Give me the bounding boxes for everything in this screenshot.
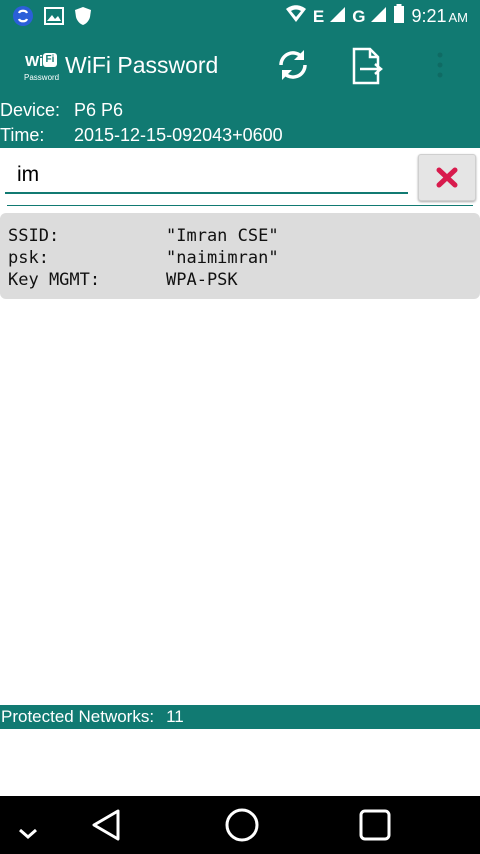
overflow-menu-button[interactable] bbox=[428, 47, 452, 83]
recent-apps-button[interactable] bbox=[354, 806, 394, 846]
home-icon bbox=[225, 808, 259, 842]
wifi-icon bbox=[285, 5, 307, 28]
time-row: Time: 2015-12-15-092043+0600 bbox=[0, 123, 283, 147]
home-button[interactable] bbox=[222, 806, 262, 846]
refresh-icon bbox=[279, 50, 307, 80]
key-mgmt-label: Key MGMT: bbox=[8, 270, 101, 290]
status-bar: E G 9:21 AM bbox=[0, 0, 480, 33]
signal-icon bbox=[330, 5, 346, 28]
protected-networks-label: Protected Networks: bbox=[1, 707, 155, 726]
psk-label: psk: bbox=[8, 248, 49, 268]
signal-icon bbox=[371, 5, 387, 28]
refresh-button[interactable] bbox=[275, 47, 311, 83]
back-icon bbox=[92, 809, 120, 841]
key-mgmt-value: WPA-PSK bbox=[166, 270, 238, 290]
protected-networks-bar: Protected Networks: 11 bbox=[0, 705, 480, 729]
recent-apps-icon bbox=[359, 809, 391, 841]
network-type-label-2: G bbox=[352, 6, 366, 26]
close-x-icon bbox=[436, 167, 458, 188]
device-row: Device: P6 P6 bbox=[0, 98, 123, 122]
ssid-row: SSID: "Imran CSE" bbox=[8, 225, 279, 247]
back-button[interactable] bbox=[88, 806, 128, 846]
device-info-panel: Device: P6 P6 Time: 2015-12-15-092043+0600 bbox=[0, 98, 480, 148]
device-label: Device: bbox=[0, 100, 61, 120]
overflow-menu-icon bbox=[437, 52, 443, 78]
network-type-label: E bbox=[312, 6, 325, 26]
device-value: P6 P6 bbox=[74, 100, 124, 120]
image-icon bbox=[44, 7, 64, 30]
export-file-icon bbox=[352, 47, 383, 85]
status-clock: 9:21 AM bbox=[411, 6, 468, 26]
app-title: WiFi Password bbox=[65, 52, 219, 78]
shield-icon bbox=[74, 6, 92, 31]
time-label: Time: bbox=[0, 125, 45, 145]
hide-keyboard-icon bbox=[19, 828, 37, 839]
time-value: 2015-12-15-092043+0600 bbox=[74, 125, 283, 145]
ssid-label: SSID: bbox=[8, 226, 60, 246]
psk-row: psk: "naimimran" bbox=[8, 247, 279, 269]
clear-search-button[interactable] bbox=[418, 154, 476, 201]
search-divider bbox=[7, 205, 473, 206]
key-mgmt-row: Key MGMT: WPA-PSK bbox=[8, 269, 238, 291]
protected-networks-count: 11 bbox=[166, 707, 184, 726]
network-card[interactable]: SSID: "Imran CSE" psk: "naimimran" Key MGM… bbox=[0, 213, 480, 299]
sync-app-icon bbox=[12, 5, 34, 32]
battery-icon bbox=[393, 4, 405, 29]
psk-value: "naimimran" bbox=[166, 248, 279, 268]
app-bar: Wi Fi Password WiFi Password bbox=[0, 33, 480, 98]
navigation-bar bbox=[0, 796, 480, 854]
search-input[interactable] bbox=[5, 158, 408, 194]
export-button[interactable] bbox=[350, 47, 386, 85]
ssid-value: "Imran CSE" bbox=[166, 226, 279, 246]
app-logo: Wi Fi Password bbox=[24, 53, 60, 82]
hide-keyboard-button[interactable] bbox=[8, 806, 48, 846]
